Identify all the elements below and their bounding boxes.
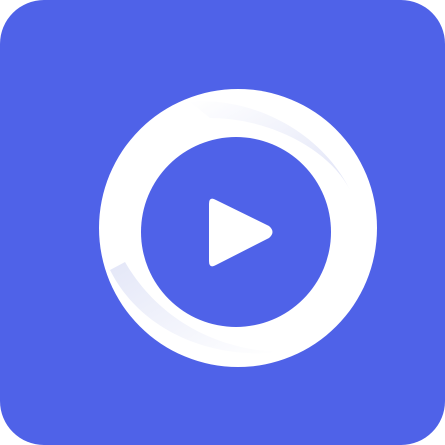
app-icon-graphic: [0, 0, 445, 445]
video-player-app-icon[interactable]: [0, 0, 445, 445]
